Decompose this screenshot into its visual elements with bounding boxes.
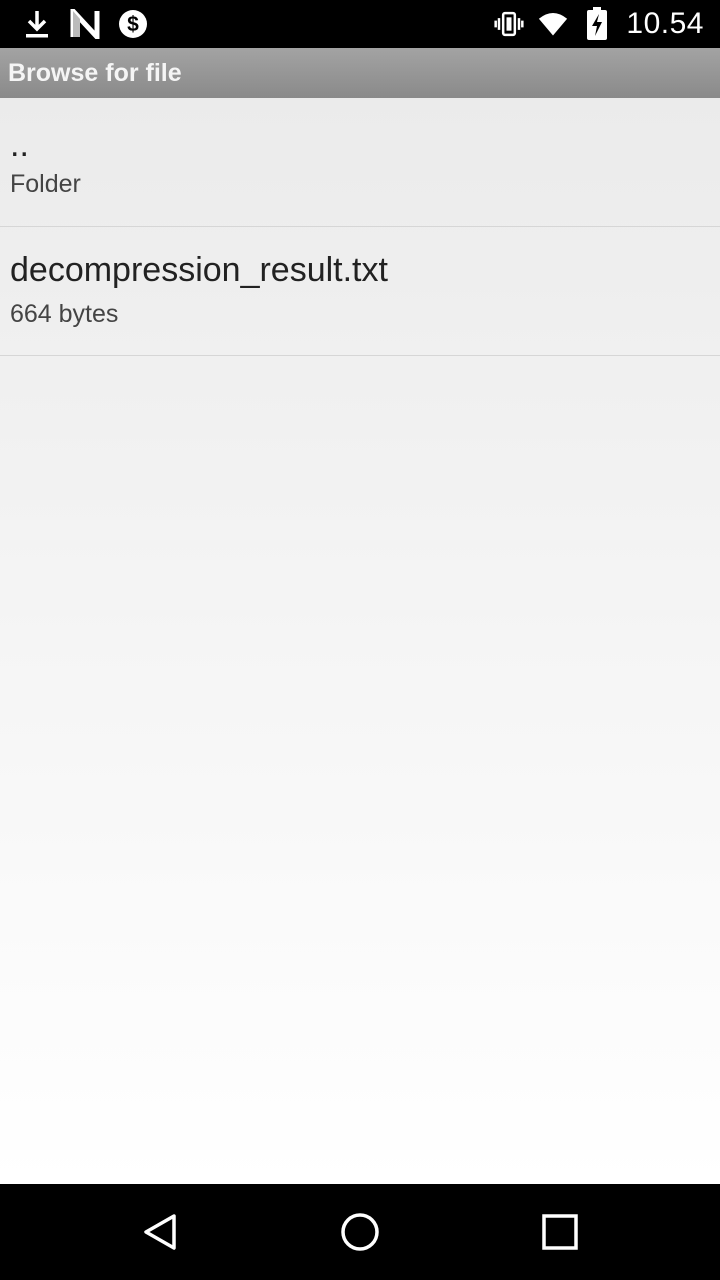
n-notification-icon — [70, 9, 100, 39]
dollar-icon: $ — [118, 9, 148, 39]
list-item-name: decompression_result.txt — [10, 251, 388, 289]
list-item-detail: 664 bytes — [10, 300, 119, 328]
download-icon — [22, 9, 52, 39]
home-icon[interactable] — [336, 1208, 384, 1256]
list-item-name: .. — [10, 126, 29, 164]
wifi-icon — [538, 9, 568, 39]
back-icon[interactable] — [136, 1208, 184, 1256]
status-bar-notifications: $ — [22, 8, 148, 40]
navigation-bar — [0, 1184, 720, 1280]
vibrate-icon — [494, 9, 525, 39]
battery-charging-icon — [582, 7, 612, 40]
status-bar-system: 10.54 — [494, 6, 704, 42]
list-item-parent-folder[interactable]: .. Folder — [0, 98, 720, 227]
title-bar: Browse for file — [0, 48, 720, 99]
status-bar-clock: 10.54 — [626, 7, 704, 40]
list-item-file[interactable]: decompression_result.txt 664 bytes — [0, 227, 720, 356]
recents-icon[interactable] — [536, 1208, 584, 1256]
svg-text:$: $ — [127, 13, 139, 36]
list-item-detail: Folder — [10, 170, 81, 198]
file-list: .. Folder decompression_result.txt 664 b… — [0, 98, 720, 1184]
status-bar: $ 10.54 — [0, 0, 720, 48]
page-title: Browse for file — [8, 59, 182, 87]
